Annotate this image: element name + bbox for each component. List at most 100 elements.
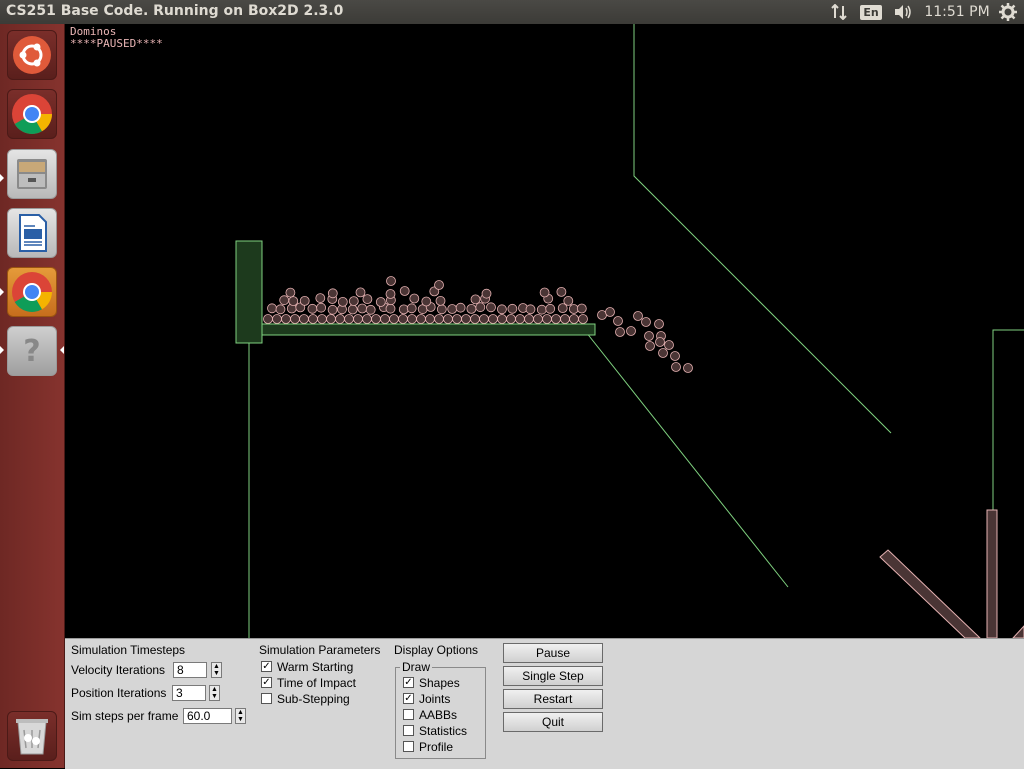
- ball: [371, 314, 381, 324]
- ball: [299, 314, 309, 324]
- ball: [488, 314, 498, 324]
- single-step-button[interactable]: Single Step: [503, 666, 603, 686]
- position-iterations-label: Position Iterations: [71, 686, 167, 700]
- joints-label: Joints: [419, 692, 451, 706]
- ball: [365, 304, 376, 315]
- ball: [626, 326, 636, 336]
- scene-drawing: [235, 24, 1024, 638]
- gear-icon[interactable]: [996, 0, 1020, 24]
- velocity-spinner[interactable]: ▲ ▼: [211, 662, 222, 678]
- ball: [479, 314, 489, 324]
- ball: [299, 295, 310, 306]
- network-arrows-icon[interactable]: [826, 0, 852, 24]
- ball: [337, 296, 348, 307]
- ball: [416, 314, 426, 324]
- ball: [515, 314, 525, 324]
- speaker-icon[interactable]: [890, 0, 916, 24]
- running-indicator: [0, 288, 4, 296]
- statistics-checkbox[interactable]: [403, 725, 414, 736]
- ball: [425, 314, 435, 324]
- document-icon[interactable]: [7, 208, 57, 258]
- ball: [644, 331, 654, 341]
- ball: [615, 327, 625, 337]
- right-frame-line: [992, 329, 1024, 638]
- ball: [507, 303, 518, 314]
- clock[interactable]: 11:51 PM: [922, 0, 992, 24]
- ball: [563, 295, 574, 306]
- position-spinner[interactable]: ▲ ▼: [209, 685, 220, 701]
- ball: [290, 314, 300, 324]
- velocity-iterations-input[interactable]: 8: [173, 662, 207, 678]
- aabbs-checkbox[interactable]: [403, 709, 414, 720]
- warm-starting-label: Warm Starting: [277, 660, 354, 674]
- warm-starting-checkbox[interactable]: ✓: [261, 661, 272, 672]
- ball: [389, 314, 399, 324]
- ball: [407, 314, 417, 324]
- diagonal-bar: [879, 549, 981, 638]
- ball: [545, 303, 556, 314]
- trash-icon[interactable]: [7, 711, 57, 761]
- simulation-canvas[interactable]: Dominos ****PAUSED****: [65, 24, 1024, 638]
- ball: [443, 314, 453, 324]
- ball: [375, 297, 386, 307]
- ball: [466, 303, 477, 314]
- ball: [399, 286, 410, 296]
- ball: [524, 314, 534, 324]
- aabbs-label: AABBs: [419, 708, 458, 722]
- ball: [655, 337, 665, 347]
- chrome-icon[interactable]: [7, 89, 57, 139]
- ball: [506, 314, 516, 324]
- language-indicator[interactable]: En: [860, 0, 882, 24]
- time-of-impact-label: Time of Impact: [277, 676, 356, 690]
- ball: [671, 362, 681, 372]
- pause-button[interactable]: Pause: [503, 643, 603, 663]
- ball: [436, 304, 447, 315]
- shapes-checkbox[interactable]: ✓: [403, 677, 414, 688]
- ball: [279, 295, 290, 306]
- ball: [447, 304, 458, 314]
- ball: [335, 314, 345, 324]
- vertical-block: [235, 240, 263, 344]
- ball: [267, 303, 277, 314]
- ball: [288, 296, 299, 307]
- ball: [613, 316, 623, 326]
- chrome-icon[interactable]: [7, 267, 57, 317]
- ball: [362, 294, 373, 305]
- ball: [578, 314, 588, 324]
- restart-button[interactable]: Restart: [503, 689, 603, 709]
- sim-steps-spinner[interactable]: ▲ ▼: [235, 708, 246, 724]
- ball: [409, 293, 420, 304]
- ball: [275, 304, 286, 315]
- sub-stepping-checkbox[interactable]: [261, 693, 272, 704]
- horizontal-shelf: [261, 323, 596, 336]
- display-options-heading: Display Options: [394, 643, 479, 657]
- sim-steps-input[interactable]: 60.0: [183, 708, 232, 724]
- ball: [357, 303, 368, 314]
- ball: [386, 276, 396, 286]
- window-title: CS251 Base Code. Running on Box2D 2.3.0: [6, 3, 344, 19]
- ball: [556, 286, 567, 297]
- ball: [308, 314, 318, 324]
- ball: [536, 304, 547, 315]
- sim-steps-label: Sim steps per frame: [71, 709, 179, 723]
- ball: [664, 340, 674, 350]
- running-indicator: [0, 346, 4, 354]
- ball: [539, 287, 550, 298]
- ubuntu-logo-icon[interactable]: [7, 30, 57, 80]
- ball: [658, 348, 668, 358]
- ball: [551, 314, 561, 324]
- time-of-impact-checkbox[interactable]: ✓: [261, 677, 272, 688]
- shapes-label: Shapes: [419, 676, 460, 690]
- joints-checkbox[interactable]: ✓: [403, 693, 414, 704]
- position-iterations-input[interactable]: 3: [172, 685, 206, 701]
- ball: [525, 304, 536, 315]
- language-label: En: [860, 4, 882, 20]
- question-mark-label: ?: [23, 333, 41, 369]
- file-cabinet-icon[interactable]: [7, 149, 57, 199]
- profile-checkbox[interactable]: [403, 741, 414, 752]
- question-mark-icon[interactable]: ?: [7, 326, 57, 376]
- ball: [347, 304, 358, 315]
- right-structures: [879, 509, 1024, 638]
- quit-button[interactable]: Quit: [503, 712, 603, 732]
- ball: [641, 317, 651, 327]
